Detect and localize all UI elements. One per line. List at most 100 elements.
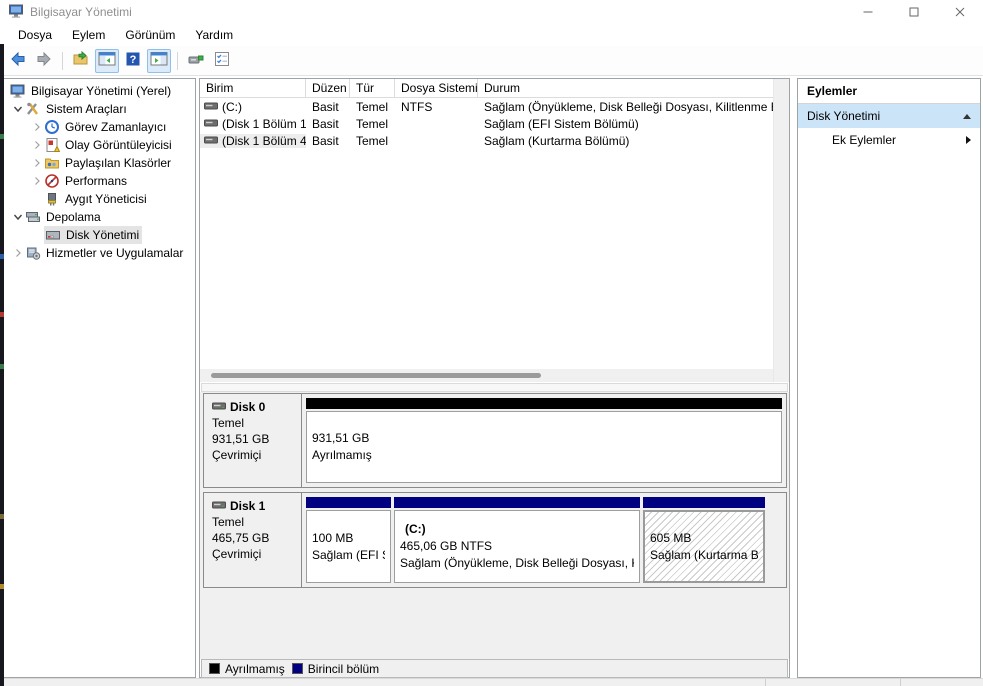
chevron-collapsed-icon[interactable] xyxy=(30,158,44,168)
disk-1-recovery-partition-selected[interactable]: 605 MB Sağlam (Kurtarma Bö xyxy=(643,497,765,583)
chevron-expanded-icon[interactable] xyxy=(11,212,25,222)
desktop-icons-sliver xyxy=(0,364,4,369)
volume-list: Birim Düzen Tür Dosya Sistemi Durum (C:)… xyxy=(200,79,789,382)
partition-color-band xyxy=(306,497,391,508)
tree-item-shared-folders[interactable]: Paylaşılan Klasörler xyxy=(4,154,195,172)
disk-1-c-partition[interactable]: (C:) 465,06 GB NTFS Sağlam (Önyükleme, D… xyxy=(394,497,640,583)
disk-status: Çevrimiçi xyxy=(212,546,301,562)
volume-status: Sağlam (Kurtarma Bölümü) xyxy=(478,134,789,148)
menu-eylem[interactable]: Eylem xyxy=(62,25,115,45)
collapse-icon[interactable] xyxy=(963,114,971,119)
screen: Bilgisayar Yönetimi Dosya Eylem Görünüm … xyxy=(0,0,983,686)
disk-icon xyxy=(212,498,226,514)
tree-item-label: Hizmetler ve Uygulamalar xyxy=(46,246,183,260)
column-header-tur[interactable]: Tür xyxy=(350,79,395,97)
forward-button[interactable] xyxy=(32,49,56,73)
volume-row-disk1-bolum4[interactable]: (Disk 1 Bölüm 4) Basit Temel Sağlam (Kur… xyxy=(200,132,789,149)
column-header-birim[interactable]: Birim xyxy=(200,79,306,97)
volume-name: (Disk 1 Bölüm 4) xyxy=(222,134,306,148)
tree-item-performance[interactable]: Performans xyxy=(4,172,195,190)
chevron-collapsed-icon[interactable] xyxy=(30,122,44,132)
minimize-button[interactable] xyxy=(845,0,891,24)
export-list-button[interactable] xyxy=(69,49,93,73)
title-bar: Bilgisayar Yönetimi xyxy=(0,0,983,24)
tree-item-event-viewer[interactable]: Olay Görüntüleyicisi xyxy=(4,136,195,154)
horizontal-scrollbar[interactable] xyxy=(200,369,773,382)
legend-unallocated: Ayrılmamış xyxy=(209,662,285,676)
disk-management-icon xyxy=(45,227,61,243)
back-arrow-icon xyxy=(9,50,27,71)
device-status-button[interactable] xyxy=(184,49,208,73)
column-header-dosya-sistemi[interactable]: Dosya Sistemi xyxy=(395,79,478,97)
volume-layout: Basit xyxy=(306,100,350,114)
column-header-durum[interactable]: Durum xyxy=(478,79,789,97)
toolbar: ? xyxy=(0,46,983,76)
tree-item-computer-management[interactable]: Bilgisayar Yönetimi (Yerel) xyxy=(4,82,195,100)
vertical-scrollbar[interactable] xyxy=(773,79,789,382)
tree-selected-highlight: Disk Yönetimi xyxy=(44,226,142,244)
column-header-duzen[interactable]: Düzen xyxy=(306,79,350,97)
help-button[interactable]: ? xyxy=(121,49,145,73)
volume-status: Sağlam (Önyükleme, Disk Belleği Dosyası,… xyxy=(478,100,789,114)
disk-0-unallocated-partition[interactable]: 931,51 GB Ayrılmamış xyxy=(306,398,782,483)
volume-name: (Disk 1 Bölüm 1) xyxy=(222,117,306,131)
tree-item-label: Bilgisayar Yönetimi (Yerel) xyxy=(31,84,171,98)
legend-bar: Ayrılmamış Birincil bölüm xyxy=(201,659,788,678)
help-icon: ? xyxy=(124,50,142,71)
tree-item-task-scheduler[interactable]: Görev Zamanlayıcı xyxy=(4,118,195,136)
desktop-background-strip xyxy=(0,44,4,686)
pane-splitter[interactable] xyxy=(201,383,788,392)
volume-type: Temel xyxy=(350,100,395,114)
tree-item-services-applications[interactable]: Hizmetler ve Uygulamalar xyxy=(4,244,195,262)
tree-item-disk-management[interactable]: Disk Yönetimi xyxy=(4,226,195,244)
disk-0-label[interactable]: Disk 0 Temel 931,51 GB Çevrimiçi xyxy=(204,394,302,487)
disk-1-partition-area: 100 MB Sağlam (EFI Si (C:) 465,06 GB NTF… xyxy=(302,493,786,587)
disk-1-efi-partition[interactable]: 100 MB Sağlam (EFI Si xyxy=(306,497,391,583)
export-folder-icon xyxy=(72,50,90,71)
show-action-pane-button[interactable] xyxy=(147,49,171,73)
menu-gorunum[interactable]: Görünüm xyxy=(115,25,185,45)
disk-1-label[interactable]: Disk 1 Temel 465,75 GB Çevrimiçi xyxy=(204,493,302,587)
chevron-expanded-icon[interactable] xyxy=(11,104,25,114)
forward-arrow-icon xyxy=(35,50,53,71)
maximize-button[interactable] xyxy=(891,0,937,24)
system-tools-icon xyxy=(25,101,41,117)
partition-size: 931,51 GB xyxy=(312,430,776,447)
actions-item-label: Ek Eylemler xyxy=(832,133,966,147)
back-button[interactable] xyxy=(6,49,30,73)
actions-item-more-actions[interactable]: Ek Eylemler xyxy=(798,128,980,151)
partition-status: Sağlam (Önyükleme, Disk Belleği Dosyası,… xyxy=(400,555,634,572)
tree-item-storage[interactable]: Depolama xyxy=(4,208,195,226)
horizontal-scrollbar-thumb[interactable] xyxy=(211,373,541,378)
disk-type: Temel xyxy=(212,415,301,431)
close-button[interactable] xyxy=(937,0,983,24)
tree-item-label: Disk Yönetimi xyxy=(66,228,139,242)
checklist-button[interactable] xyxy=(210,49,234,73)
checklist-icon xyxy=(213,50,231,71)
menu-dosya[interactable]: Dosya xyxy=(8,25,62,45)
console-tree-panel: Bilgisayar Yönetimi (Yerel) Sistem Araçl… xyxy=(4,78,196,678)
show-console-tree-button[interactable] xyxy=(95,49,119,73)
chevron-collapsed-icon[interactable] xyxy=(11,248,25,258)
chevron-collapsed-icon[interactable] xyxy=(30,176,44,186)
tree-item-system-tools[interactable]: Sistem Araçları xyxy=(4,100,195,118)
volume-row-disk1-bolum1[interactable]: (Disk 1 Bölüm 1) Basit Temel Sağlam (EFI… xyxy=(200,115,789,132)
chevron-collapsed-icon[interactable] xyxy=(30,140,44,150)
graphical-view: Disk 0 Temel 931,51 GB Çevrimiçi 931,51 … xyxy=(200,392,789,659)
legend-label: Birincil bölüm xyxy=(308,662,379,676)
partition-color-band xyxy=(394,497,640,508)
volume-icon xyxy=(204,100,218,114)
window-title: Bilgisayar Yönetimi xyxy=(30,5,132,19)
volume-row-c[interactable]: (C:) Basit Temel NTFS Sağlam (Önyükleme,… xyxy=(200,98,789,115)
tree-item-label: Paylaşılan Klasörler xyxy=(65,156,171,170)
desktop-icons-sliver xyxy=(0,584,4,589)
disk-1-row: Disk 1 Temel 465,75 GB Çevrimiçi 100 MB … xyxy=(203,492,787,588)
actions-group-disk-management[interactable]: Disk Yönetimi xyxy=(798,104,980,128)
menu-yardim[interactable]: Yardım xyxy=(185,25,243,45)
tree-item-label: Görev Zamanlayıcı xyxy=(65,120,166,134)
legend-label: Ayrılmamış xyxy=(225,662,285,676)
tree-item-device-manager[interactable]: Aygıt Yöneticisi xyxy=(4,190,195,208)
volume-type: Temel xyxy=(350,134,395,148)
tree-item-label: Depolama xyxy=(46,210,101,224)
status-bar xyxy=(0,678,983,686)
